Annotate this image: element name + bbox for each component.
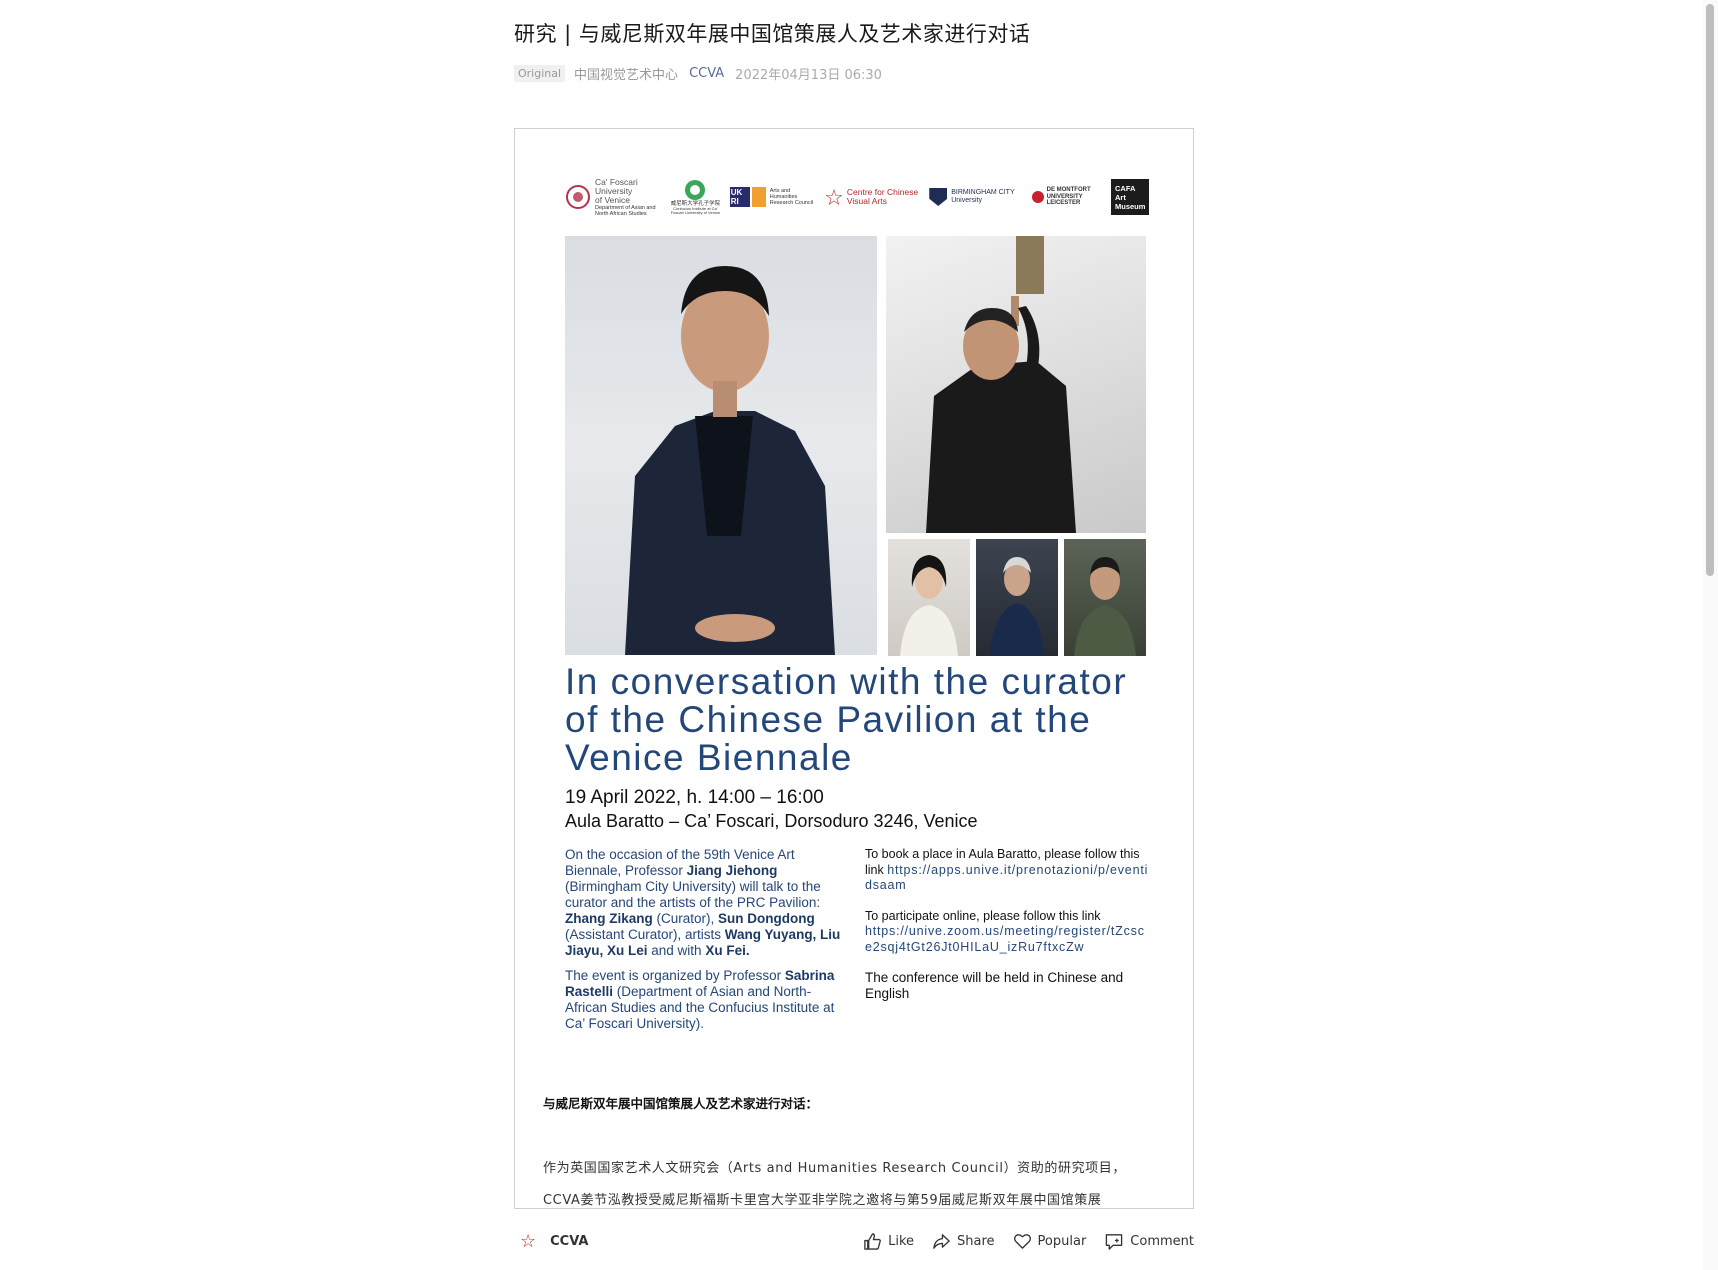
event-venue: Aula Baratto – Ca’ Foscari, Dorsoduro 32… bbox=[565, 811, 978, 831]
artist-3-illustration bbox=[1074, 557, 1136, 656]
confucius-emblem-icon bbox=[685, 179, 706, 200]
ca-foscari-emblem-icon bbox=[566, 185, 590, 209]
booking-info: To book a place in Aula Baratto, please … bbox=[865, 847, 1149, 893]
article-content: Ca' Foscari University of Venice Departm… bbox=[514, 128, 1194, 1209]
event-date-time: 19 April 2022, h. 14:00 – 16:00 bbox=[565, 787, 824, 808]
share-label: Share bbox=[957, 1233, 995, 1249]
artist-photo-main bbox=[886, 236, 1146, 533]
ukri-ahrc-logo: UK RI Arts and Humanities Research Counc… bbox=[729, 187, 816, 207]
original-badge: Original bbox=[514, 65, 566, 82]
ccva-logo: ☆ Centre for Chinese Visual Arts bbox=[824, 184, 921, 210]
artist-photo-small-2 bbox=[976, 539, 1058, 656]
ccva-name: Centre for Chinese Visual Arts bbox=[846, 187, 919, 206]
poster-headline: In conversation with the curator of the … bbox=[565, 661, 1128, 778]
account-name-link[interactable]: 中国视觉艺术中心 bbox=[574, 64, 678, 83]
dmu-logo: DE MONTFORT UNIVERSITY LEICESTER bbox=[1031, 187, 1103, 207]
ca-foscari-dept: Department of Asian and North African St… bbox=[595, 204, 656, 217]
ukri-mark: UK RI bbox=[729, 187, 750, 207]
description-paragraph-2: The event is organized by Professor Sabr… bbox=[565, 968, 835, 1031]
share-button[interactable]: Share bbox=[932, 1232, 995, 1251]
curator-portrait-photo bbox=[565, 236, 877, 655]
body-line-2: CCVA姜节泓教授受威尼斯福斯卡里宫大学亚非学院之邀将与第59届威尼斯双年展中国… bbox=[543, 1193, 1102, 1208]
booking-link: https://apps.unive.it/prenotazioni/p/eve… bbox=[865, 862, 1149, 893]
confucius-logo: 威尼斯大学孔子学院 Confucius Institute at Ca' Fos… bbox=[669, 179, 721, 216]
curator-portrait-illustration bbox=[625, 266, 835, 655]
partner-logos: Ca' Foscari University of Venice Departm… bbox=[565, 177, 1149, 217]
heart-icon bbox=[1013, 1233, 1031, 1249]
ca-foscari-logo: Ca' Foscari University of Venice Departm… bbox=[565, 176, 661, 217]
comment-icon bbox=[1106, 1233, 1123, 1250]
article-title: 研究 | 与威尼斯双年展中国馆策展人及艺术家进行对话 bbox=[514, 22, 1031, 46]
comment-label: Comment bbox=[1130, 1233, 1194, 1249]
artist-2-illustration bbox=[990, 557, 1044, 656]
event-registration: To book a place in Aula Baratto, please … bbox=[865, 847, 1150, 1017]
body-line-1: 作为英国国家艺术人文研究会（Arts and Humanities Resear… bbox=[543, 1161, 1126, 1176]
ahrc-name: Arts and Humanities Research Council bbox=[769, 188, 814, 206]
language-note: The conference will be held in Chinese a… bbox=[865, 970, 1124, 1001]
publish-date: 2022年04月13日 06:30 bbox=[735, 68, 882, 83]
like-label: Like bbox=[888, 1233, 915, 1249]
dmu-crest-icon bbox=[1031, 191, 1044, 203]
ccva-star-icon: ☆ bbox=[824, 184, 844, 210]
bcu-logo: BIRMINGHAM CITY University bbox=[929, 188, 1023, 206]
article-meta: Original 中国视觉艺术中心 CCVA 2022年04月13日 06:30 bbox=[514, 64, 1194, 83]
footer-account[interactable]: ☆ CCVA bbox=[514, 1231, 588, 1252]
scrollbar-thumb[interactable] bbox=[1706, 4, 1714, 576]
like-button[interactable]: Like bbox=[863, 1232, 914, 1251]
description-paragraph-1: On the occasion of the 59th Venice Art B… bbox=[565, 847, 841, 958]
artist-illustration bbox=[926, 236, 1076, 533]
artist-photo-small-3 bbox=[1064, 539, 1146, 656]
event-description: On the occasion of the 59th Venice Art B… bbox=[565, 847, 850, 1041]
article-actions: Like Share Popular Comment bbox=[845, 1232, 1194, 1251]
dmu-name: DE MONTFORT UNIVERSITY LEICESTER bbox=[1046, 187, 1091, 207]
star-icon: ☆ bbox=[520, 1230, 537, 1252]
body-heading: 与威尼斯双年展中国馆策展人及艺术家进行对话： bbox=[543, 1096, 819, 1111]
cafa-logo: CAFA Art Museum bbox=[1110, 179, 1149, 215]
ca-foscari-name: Ca' Foscari University of Venice bbox=[595, 176, 638, 205]
zoom-link: https://unive.zoom.us/meeting/register/t… bbox=[865, 924, 1145, 954]
artist-photo-small-1 bbox=[888, 539, 970, 656]
comment-button[interactable]: Comment bbox=[1104, 1232, 1194, 1251]
article-header: 研究 | 与威尼斯双年展中国馆策展人及艺术家进行对话 Original 中国视觉… bbox=[514, 18, 1194, 83]
popular-label: Popular bbox=[1037, 1233, 1087, 1249]
popular-button[interactable]: Popular bbox=[1013, 1232, 1087, 1251]
brand-link[interactable]: CCVA bbox=[689, 66, 724, 81]
ahrc-mark-icon bbox=[751, 187, 766, 207]
share-arrow-icon bbox=[933, 1233, 950, 1249]
confucius-sub: Confucius Institute at Ca' Foscari Unive… bbox=[670, 206, 721, 215]
footer-account-name: CCVA bbox=[550, 1233, 589, 1249]
bottom-action-bar: ☆ CCVA Like Share Popular Comment bbox=[514, 1226, 1194, 1256]
online-info: To participate online, please follow thi… bbox=[865, 908, 1145, 954]
bcu-crest-icon bbox=[929, 188, 948, 206]
artist-1-illustration bbox=[900, 555, 958, 656]
thumbs-up-icon bbox=[864, 1232, 881, 1250]
body-paragraph: 作为英国国家艺术人文研究会（Arts and Humanities Resear… bbox=[543, 1153, 1173, 1208]
bcu-name: BIRMINGHAM CITY University bbox=[951, 189, 1015, 204]
